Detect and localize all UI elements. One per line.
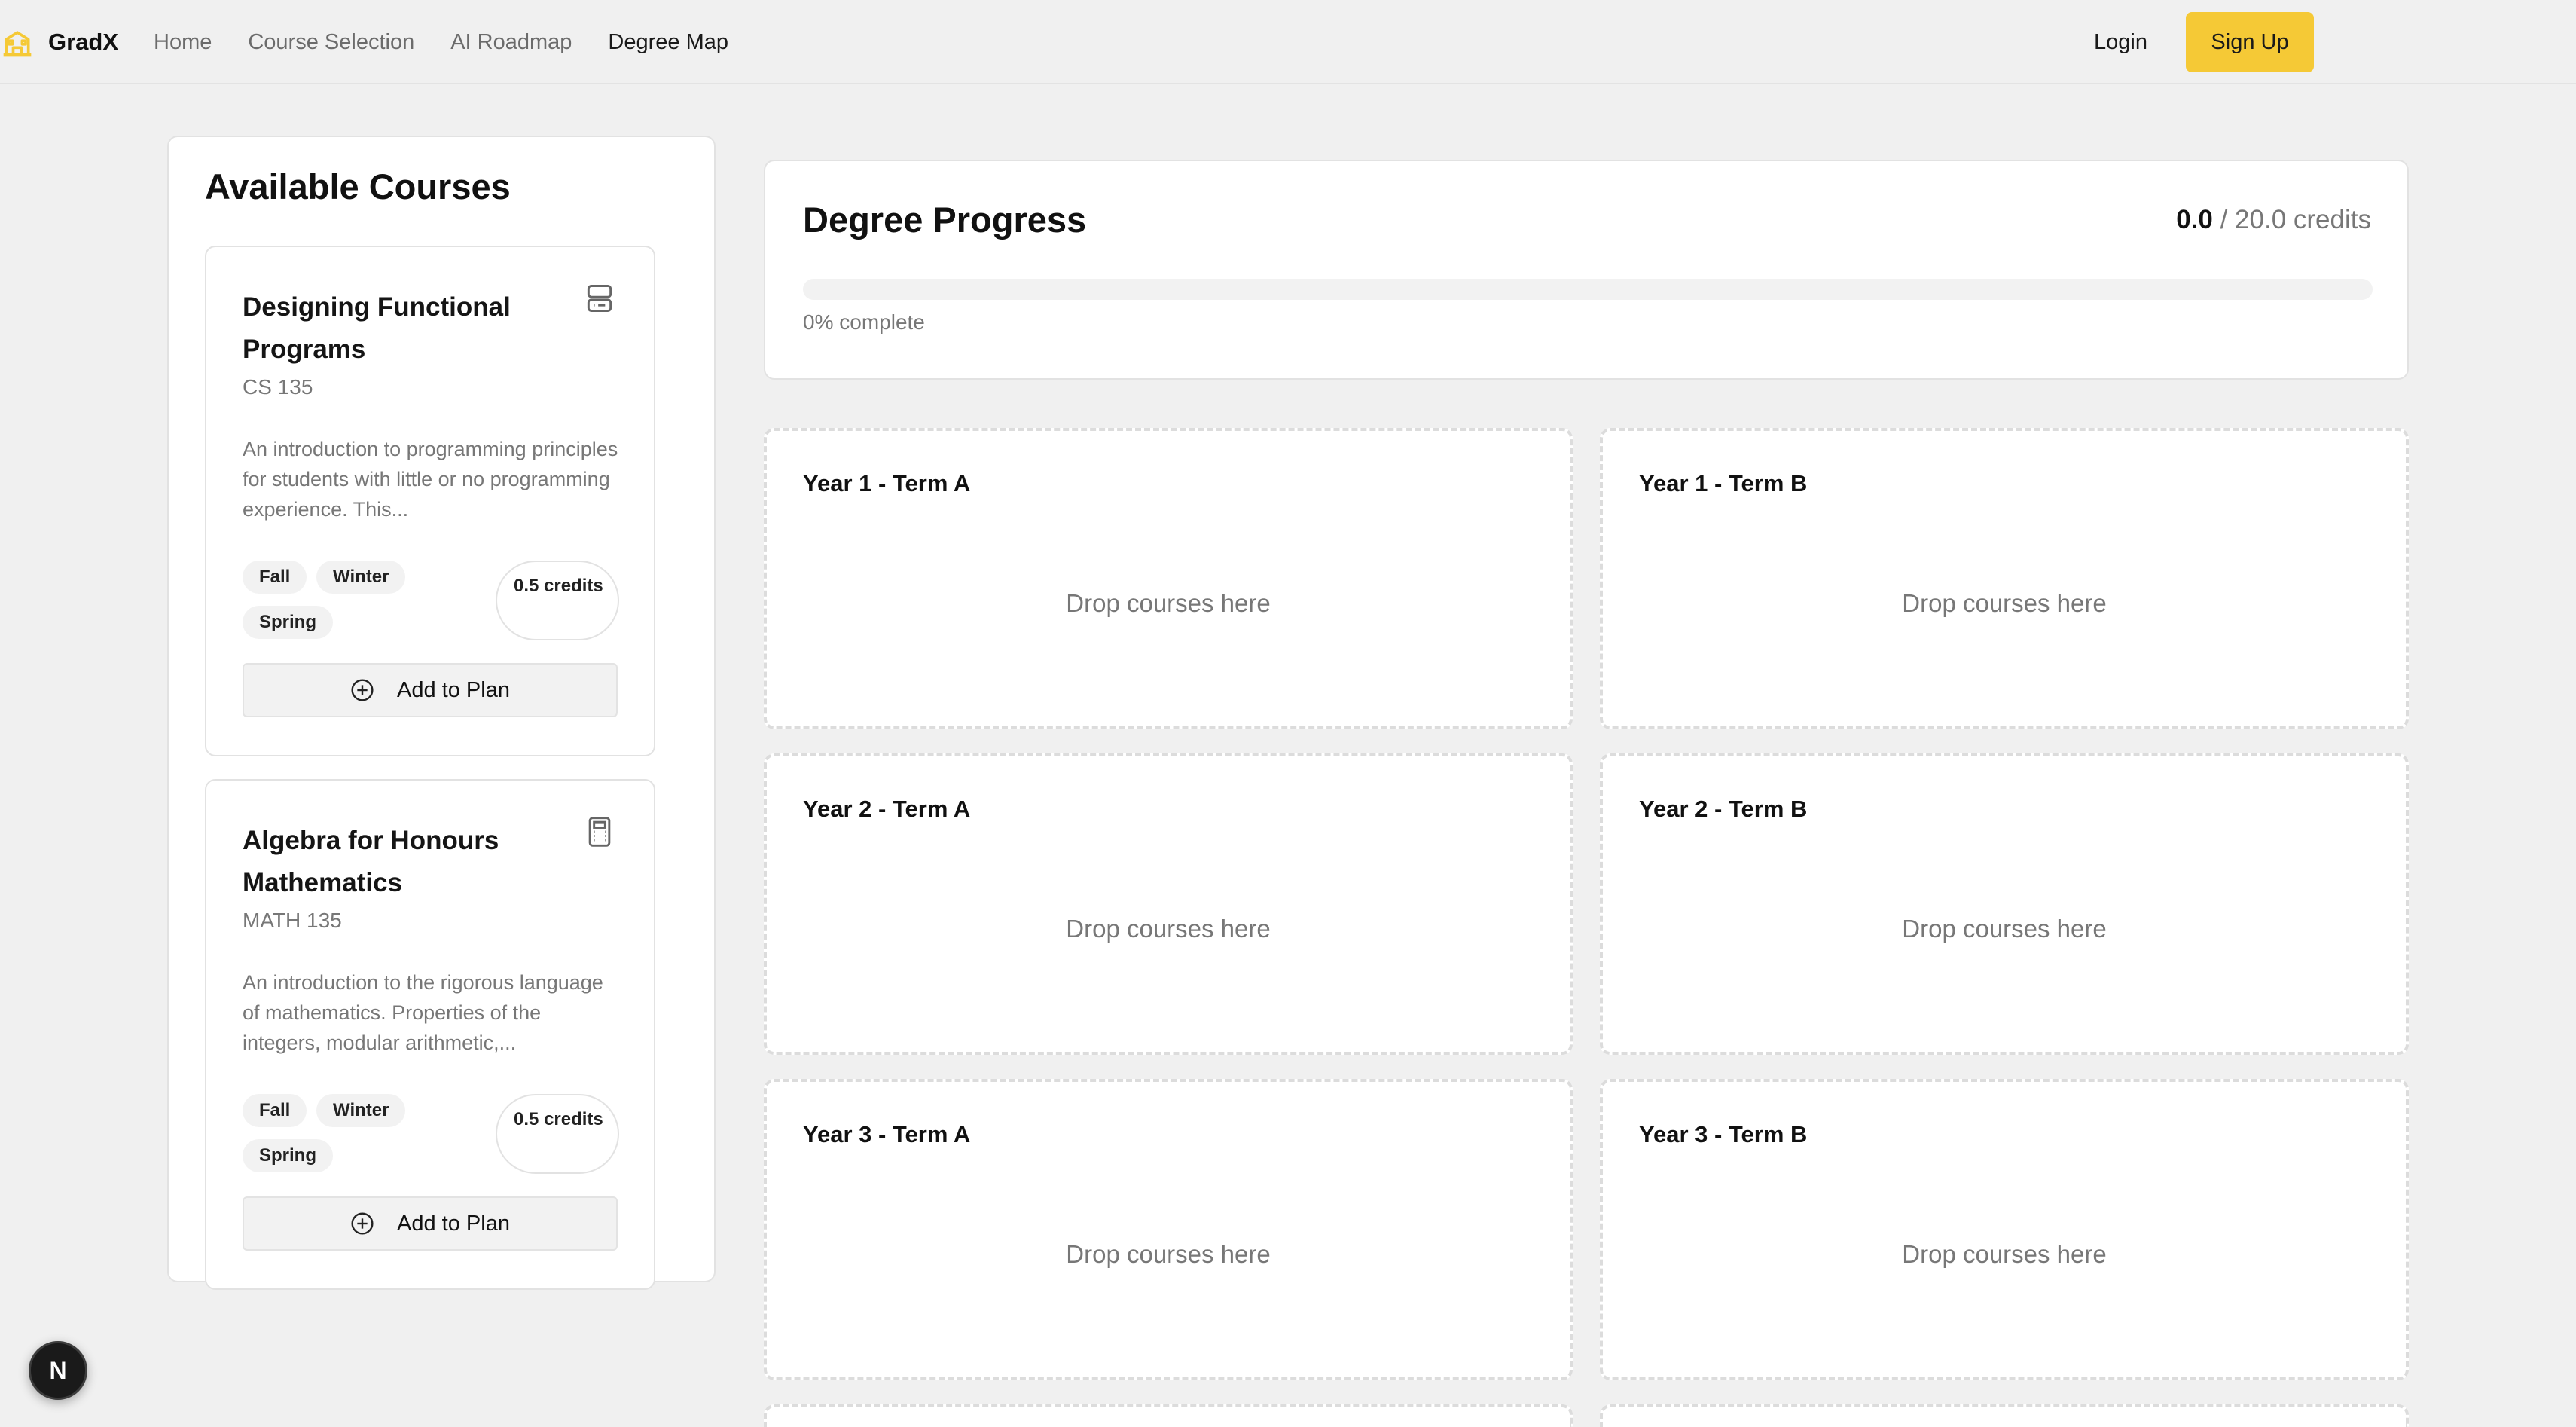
term-dropzone-year3-term-a[interactable]: Year 3 - Term A Drop courses here	[764, 1079, 1573, 1380]
top-navbar: GradX Home Course Selection AI Roadmap D…	[0, 0, 2576, 84]
add-to-plan-label: Add to Plan	[397, 677, 510, 702]
term-tag-fall: Fall	[243, 1094, 307, 1127]
credits-badge: 0.5 credits	[496, 561, 619, 640]
server-icon	[587, 285, 612, 312]
brand-logo[interactable]: GradX	[0, 26, 118, 59]
login-link[interactable]: Login	[2094, 26, 2147, 59]
term-dropzone-year3-term-b[interactable]: Year 3 - Term B Drop courses here	[1600, 1079, 2409, 1380]
drop-placeholder: Drop courses here	[1902, 1240, 2107, 1268]
course-code: MATH 135	[243, 909, 342, 932]
add-to-plan-label: Add to Plan	[397, 1211, 510, 1236]
term-tag-winter: Winter	[316, 561, 406, 594]
term-dropzone-year2-term-b[interactable]: Year 2 - Term B Drop courses here	[1600, 753, 2409, 1055]
drop-placeholder: Drop courses here	[1902, 915, 2107, 943]
nav-link-course-selection[interactable]: Course Selection	[248, 30, 414, 55]
drop-placeholder: Drop courses here	[1902, 589, 2107, 617]
sign-up-button[interactable]: Sign Up	[2186, 12, 2314, 72]
term-title: Year 2 - Term B	[1639, 796, 1808, 822]
drop-placeholder: Drop courses here	[1066, 589, 1271, 617]
course-code: CS 135	[243, 375, 313, 399]
nav-link-ai-roadmap[interactable]: AI Roadmap	[450, 30, 572, 55]
nav-link-degree-map[interactable]: Degree Map	[608, 30, 728, 55]
course-description: An introduction to the rigorous language…	[243, 971, 603, 1054]
term-title: Year 2 - Term A	[803, 796, 971, 822]
course-title: Algebra for Honours Mathematics	[243, 826, 499, 897]
progress-bar	[803, 279, 2373, 300]
available-courses-panel: Available Courses Designing Functional P…	[167, 136, 716, 1290]
drop-placeholder: Drop courses here	[1066, 1240, 1271, 1268]
drop-placeholder: Drop courses here	[1066, 915, 1271, 943]
plus-circle-icon	[351, 1212, 374, 1235]
school-building-icon	[3, 31, 32, 57]
add-to-plan-button[interactable]: Add to Plan	[243, 1196, 618, 1251]
term-tag-fall: Fall	[243, 561, 307, 594]
term-tag-spring: Spring	[243, 1139, 333, 1172]
nav-link-home[interactable]: Home	[154, 30, 212, 55]
credits-total: / 20.0 credits	[2220, 205, 2371, 234]
course-description: An introduction to programming principle…	[243, 438, 618, 521]
term-dropzone-next-row[interactable]	[1600, 1404, 2409, 1427]
term-tag-winter: Winter	[316, 1094, 406, 1127]
term-tag-spring: Spring	[243, 606, 333, 639]
term-dropzone-year2-term-a[interactable]: Year 2 - Term A Drop courses here	[764, 753, 1573, 1055]
term-dropzone-year1-term-b[interactable]: Year 1 - Term B Drop courses here	[1600, 428, 2409, 729]
course-list[interactable]: Designing Functional Programs CS 135 An …	[205, 246, 657, 1380]
plus-circle-icon	[351, 679, 374, 701]
credits-summary: 0.0 / 20.0 credits	[2176, 205, 2371, 235]
main-nav: Home Course Selection AI Roadmap Degree …	[154, 26, 765, 59]
progress-title: Degree Progress	[803, 200, 1087, 240]
term-title: Year 3 - Term B	[1639, 1121, 1808, 1147]
credits-badge: 0.5 credits	[496, 1094, 619, 1174]
course-title: Designing Functional Programs	[243, 292, 511, 364]
calculator-icon	[588, 817, 611, 847]
course-card[interactable]: Designing Functional Programs CS 135 An …	[205, 246, 655, 756]
panel-title: Available Courses	[205, 167, 511, 206]
term-title: Year 1 - Term A	[803, 470, 971, 497]
term-dropzone-year1-term-a[interactable]: Year 1 - Term A Drop courses here	[764, 428, 1573, 729]
brand-name: GradX	[48, 29, 119, 55]
term-dropzone-next-row[interactable]	[764, 1404, 1573, 1427]
nextjs-dev-badge[interactable]: N	[29, 1341, 87, 1400]
term-title: Year 1 - Term B	[1639, 470, 1808, 497]
add-to-plan-button[interactable]: Add to Plan	[243, 663, 618, 717]
degree-progress-card: Degree Progress 0.0 / 20.0 credits 0% co…	[764, 160, 2409, 380]
course-card[interactable]: Algebra for Honours Mathematics MATH 135…	[205, 779, 655, 1290]
credits-completed: 0.0	[2176, 205, 2213, 234]
nextjs-badge-letter: N	[49, 1356, 67, 1384]
term-title: Year 3 - Term A	[803, 1121, 971, 1147]
progress-percent-label: 0% complete	[803, 310, 925, 334]
